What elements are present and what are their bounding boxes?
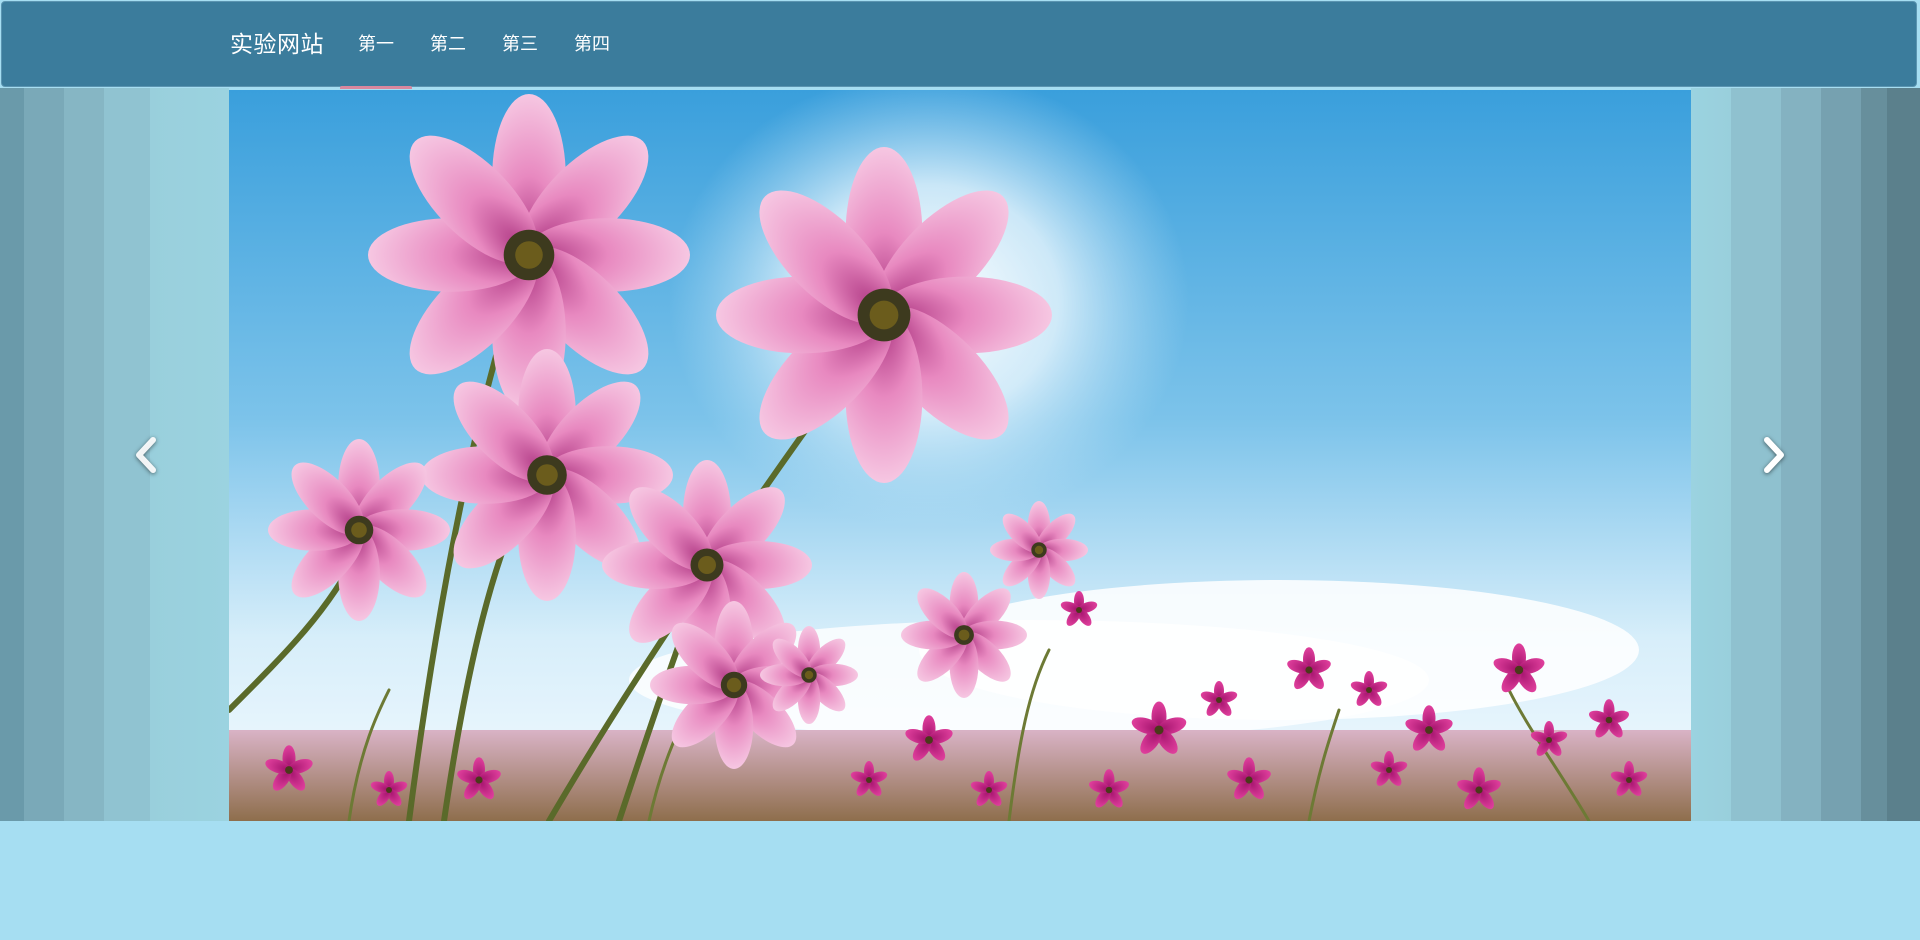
chevron-left-icon [136,436,156,473]
nav-menu: 第一 第二 第三 第四 [340,2,628,89]
nav-item-3[interactable]: 第三 [484,2,556,88]
chevron-right-icon [1764,436,1784,473]
site-brand[interactable]: 实验网站 [230,2,324,88]
carousel-slide-flowers [229,90,1691,821]
carousel-next-button[interactable] [1694,88,1854,821]
nav-item-4[interactable]: 第四 [556,2,628,88]
top-navbar: 实验网站 第一 第二 第三 第四 [1,1,1917,89]
nav-item-2[interactable]: 第二 [412,2,484,88]
nav-item-1[interactable]: 第一 [340,2,412,89]
carousel-prev-button[interactable] [66,88,226,821]
flower-field-image [229,90,1691,821]
image-carousel [0,88,1920,821]
